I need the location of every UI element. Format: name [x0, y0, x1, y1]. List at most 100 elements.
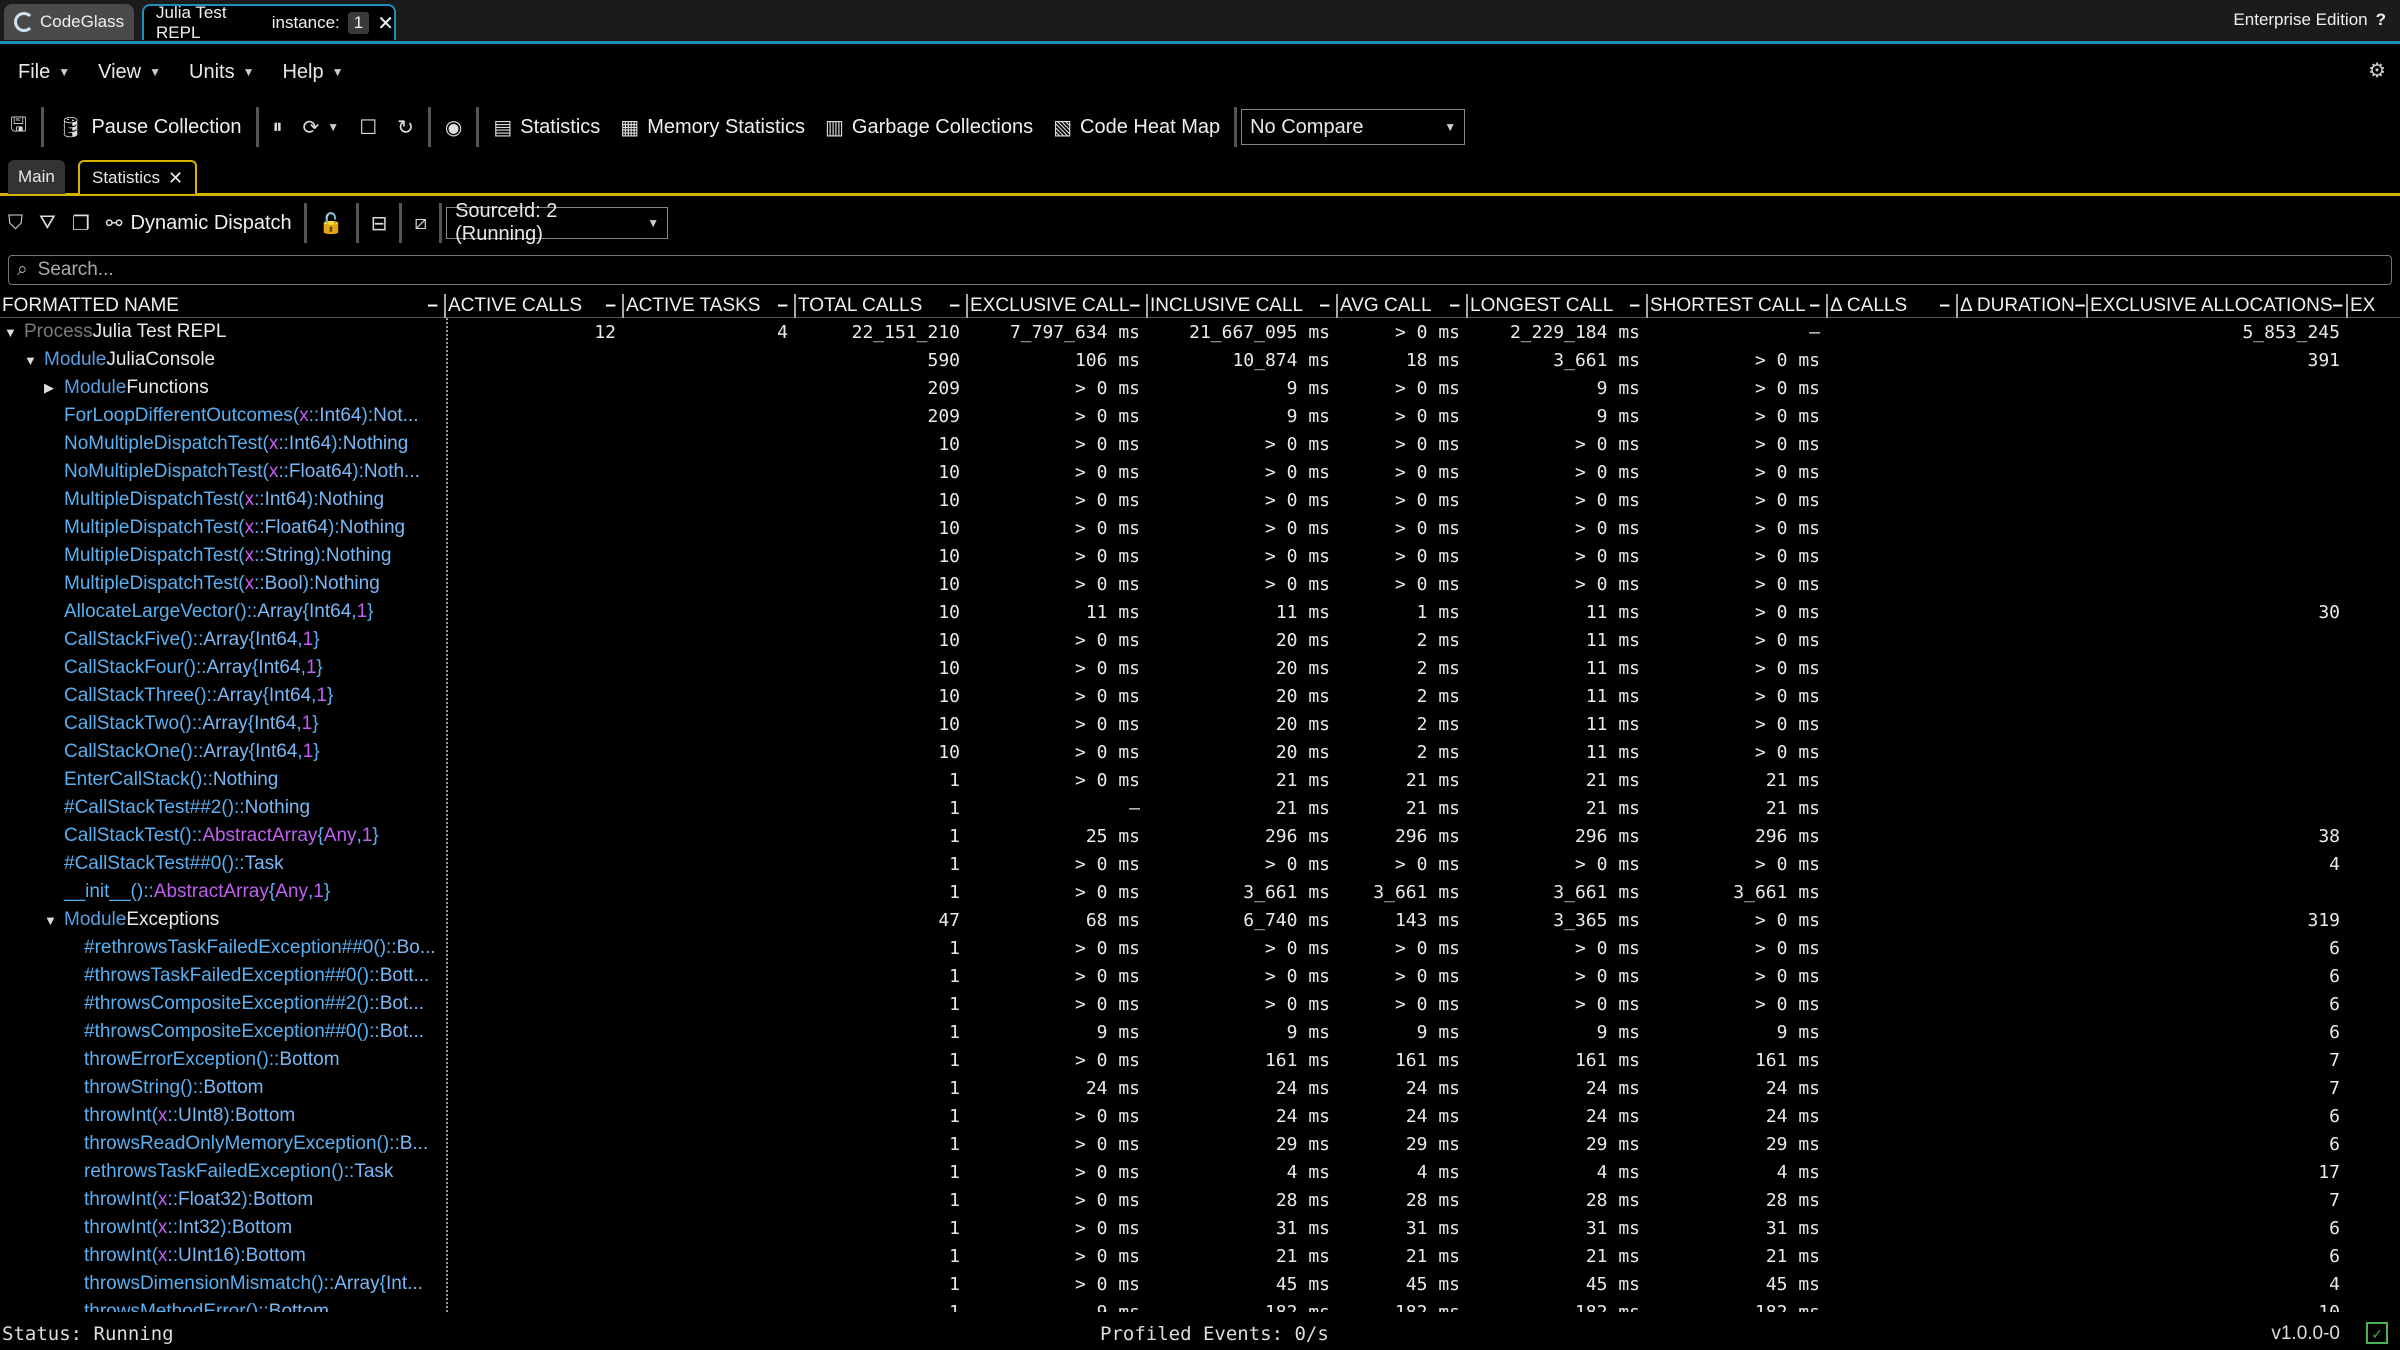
- search-field[interactable]: ⌕ Search...: [8, 255, 2392, 285]
- close-icon[interactable]: ✕: [377, 11, 394, 36]
- column-collapse-icon[interactable]: –: [777, 295, 788, 317]
- table-row[interactable]: CallStackTwo():: Array{Int64, 1} 10 > 0 ms 2…: [0, 710, 2400, 738]
- stop-button[interactable]: ☐: [349, 107, 387, 147]
- table-row[interactable]: ▼ Module JuliaConsole 590 106 ms 10_874 ms 18…: [0, 346, 2400, 374]
- compare-select[interactable]: No Compare ▼: [1241, 109, 1466, 145]
- save-button[interactable]: 🖫: [0, 107, 37, 147]
- column-collapse-icon[interactable]: –: [1129, 295, 1140, 317]
- garbage-collections-button[interactable]: ▥ Garbage Collections: [815, 107, 1043, 147]
- row-name: #throwsCompositeException##2():: Bot...: [0, 990, 446, 1018]
- column-collapse-icon[interactable]: –: [2333, 295, 2344, 317]
- gear-icon[interactable]: ⚙: [2368, 58, 2386, 83]
- collapse-button[interactable]: ⊟: [363, 205, 396, 241]
- table-row[interactable]: ▶ Module Functions 209 > 0 ms 9 ms > 0 ms 9 ms…: [0, 374, 2400, 402]
- table-row[interactable]: ForLoopDifferentOutcomes(x:: Int64): Not..…: [0, 402, 2400, 430]
- column-header[interactable]: TOTAL CALLS –: [796, 294, 968, 318]
- table-row[interactable]: MultipleDispatchTest(x:: Int64): Nothing 10…: [0, 486, 2400, 514]
- table-row[interactable]: #CallStackTest##0():: Task 1 > 0 ms > 0 ms > …: [0, 850, 2400, 878]
- menu-view[interactable]: View ▼: [98, 61, 161, 84]
- code-heat-map-button[interactable]: ▧ Code Heat Map: [1043, 107, 1230, 147]
- column-collapse-icon[interactable]: –: [605, 295, 616, 317]
- table-row[interactable]: ▼ Process Julia Test REPL 12 4 22_151_210 7_7…: [0, 318, 2400, 346]
- column-header[interactable]: Δ DURATION –: [1958, 294, 2088, 318]
- table-row[interactable]: #throwsCompositeException##2():: Bot... 1 >…: [0, 990, 2400, 1018]
- table-row[interactable]: throwInt(x:: Int32): Bottom 1 > 0 ms 31 ms 31 …: [0, 1214, 2400, 1242]
- pause-button[interactable]: ⏸: [263, 107, 293, 147]
- table-row[interactable]: MultipleDispatchTest(x:: Float64): Nothing…: [0, 514, 2400, 542]
- copy-button[interactable]: ❐: [64, 205, 98, 241]
- column-header[interactable]: EXCLUSIVE CALL –: [968, 294, 1148, 318]
- table-row[interactable]: throwsReadOnlyMemoryException():: B... 1 > …: [0, 1130, 2400, 1158]
- table-row[interactable]: throwErrorException():: Bottom 1 > 0 ms 161 …: [0, 1046, 2400, 1074]
- table-row[interactable]: CallStackTest():: AbstractArray{Any, 1} 1 2…: [0, 822, 2400, 850]
- column-collapse-icon[interactable]: –: [1939, 295, 1950, 317]
- column-header[interactable]: EX: [2348, 294, 2400, 318]
- pause-collection-button[interactable]: 🛢 Pause Collection: [48, 107, 251, 147]
- chevron-right-icon[interactable]: ▶: [44, 380, 64, 396]
- step-dropdown-button[interactable]: ⟳ ▼: [293, 107, 350, 147]
- table-row[interactable]: throwInt(x:: UInt8): Bottom 1 > 0 ms 24 ms 24 …: [0, 1102, 2400, 1130]
- column-collapse-icon[interactable]: –: [427, 295, 438, 317]
- table-row[interactable]: MultipleDispatchTest(x:: String): Nothing 1…: [0, 542, 2400, 570]
- table-row[interactable]: #CallStackTest##2():: Nothing 1 – 21 ms 21 ms…: [0, 794, 2400, 822]
- close-icon[interactable]: ✕: [168, 168, 183, 189]
- table-row[interactable]: CallStackThree():: Array{Int64, 1} 10 > 0 m…: [0, 682, 2400, 710]
- menu-help[interactable]: Help ▼: [282, 61, 343, 84]
- table-row[interactable]: throwsMethodError():: Bottom 1 9 ms 182 ms 18…: [0, 1298, 2400, 1312]
- table-row[interactable]: AllocateLargeVector():: Array{Int64, 1} 10…: [0, 598, 2400, 626]
- source-select[interactable]: SourceId: 2 (Running) ▼: [446, 200, 669, 245]
- chevron-down-icon[interactable]: ▼: [44, 913, 64, 928]
- table-row[interactable]: throwInt(x:: Float32): Bottom 1 > 0 ms 28 ms 2…: [0, 1186, 2400, 1214]
- table-row[interactable]: #rethrowsTaskFailedException##0():: Bo...…: [0, 934, 2400, 962]
- chevron-down-icon[interactable]: ▼: [24, 353, 44, 368]
- table-row[interactable]: __init__():: AbstractArray{Any, 1} 1 > 0 ms…: [0, 878, 2400, 906]
- table-row[interactable]: #throwsCompositeException##0():: Bot... 1 9…: [0, 1018, 2400, 1046]
- table-row[interactable]: throwString():: Bottom 1 24 ms 24 ms 24 ms 24 …: [0, 1074, 2400, 1102]
- memory-statistics-button[interactable]: ▦ Memory Statistics: [610, 107, 815, 147]
- dynamic-dispatch-button[interactable]: ⚯ Dynamic Dispatch: [98, 205, 300, 241]
- column-collapse-icon[interactable]: –: [1449, 295, 1460, 317]
- column-header[interactable]: INCLUSIVE CALL –: [1148, 294, 1338, 318]
- app-tab-codeglass[interactable]: CodeGlass: [4, 4, 134, 40]
- table-row[interactable]: rethrowsTaskFailedException():: Task 1 > 0 …: [0, 1158, 2400, 1186]
- menu-units[interactable]: Units ▼: [189, 61, 254, 84]
- column-header[interactable]: ACTIVE CALLS –: [446, 294, 624, 318]
- chevron-down-icon[interactable]: ▼: [4, 325, 24, 340]
- filter-clear-button[interactable]: ⛛: [31, 205, 64, 241]
- column-collapse-icon[interactable]: –: [1629, 295, 1640, 317]
- column-header[interactable]: SHORTEST CALL –: [1648, 294, 1828, 318]
- column-header[interactable]: ACTIVE TASKS –: [624, 294, 796, 318]
- tab-main[interactable]: Main: [8, 160, 65, 194]
- column-header[interactable]: LONGEST CALL –: [1468, 294, 1648, 318]
- table-row[interactable]: NoMultipleDispatchTest(x:: Float64): Noth.…: [0, 458, 2400, 486]
- restart-button[interactable]: ↻: [387, 107, 424, 147]
- help-icon[interactable]: ?: [2376, 10, 2386, 30]
- table-row[interactable]: CallStackOne():: Array{Int64, 1} 10 > 0 ms 2…: [0, 738, 2400, 766]
- filter-button[interactable]: ⛉: [0, 205, 31, 241]
- table-row[interactable]: NoMultipleDispatchTest(x:: Int64): Nothing…: [0, 430, 2400, 458]
- statistics-button[interactable]: ▤ Statistics: [483, 107, 610, 147]
- table-row[interactable]: throwInt(x:: UInt16): Bottom 1 > 0 ms 21 ms 21…: [0, 1242, 2400, 1270]
- table-row[interactable]: CallStackFour():: Array{Int64, 1} 10 > 0 ms…: [0, 654, 2400, 682]
- menu-file[interactable]: File ▼: [18, 61, 70, 84]
- tab-statistics[interactable]: Statistics ✕: [78, 160, 198, 194]
- table-row[interactable]: MultipleDispatchTest(x:: Bool): Nothing 10 >…: [0, 570, 2400, 598]
- app-tab-repl[interactable]: Julia Test REPL instance: 1 ✕: [142, 3, 396, 42]
- table-row[interactable]: throwsDimensionMismatch():: Array{Int... 1…: [0, 1270, 2400, 1298]
- table-row[interactable]: EnterCallStack():: Nothing 1 > 0 ms 21 ms 21 …: [0, 766, 2400, 794]
- row-value: [1828, 1270, 1958, 1298]
- column-collapse-icon[interactable]: –: [949, 295, 960, 317]
- chart-button[interactable]: ⧄: [406, 205, 435, 241]
- record-button[interactable]: ◉: [435, 107, 472, 147]
- table-row[interactable]: CallStackFive():: Array{Int64, 1} 10 > 0 ms…: [0, 626, 2400, 654]
- column-header[interactable]: Δ CALLS –: [1828, 294, 1958, 318]
- column-header[interactable]: EXCLUSIVE ALLOCATIONS –: [2088, 294, 2348, 318]
- column-collapse-icon[interactable]: –: [1319, 295, 1330, 317]
- column-collapse-icon[interactable]: –: [2075, 295, 2086, 317]
- table-row[interactable]: #throwsTaskFailedException##0():: Bott...…: [0, 962, 2400, 990]
- column-header[interactable]: FORMATTED NAME –: [0, 294, 446, 318]
- lock-button[interactable]: 🔓: [311, 205, 352, 241]
- table-row[interactable]: ▼ Module Exceptions 47 68 ms 6_740 ms 143 ms 3…: [0, 906, 2400, 934]
- column-collapse-icon[interactable]: –: [1809, 295, 1820, 317]
- column-header[interactable]: AVG CALL –: [1338, 294, 1468, 318]
